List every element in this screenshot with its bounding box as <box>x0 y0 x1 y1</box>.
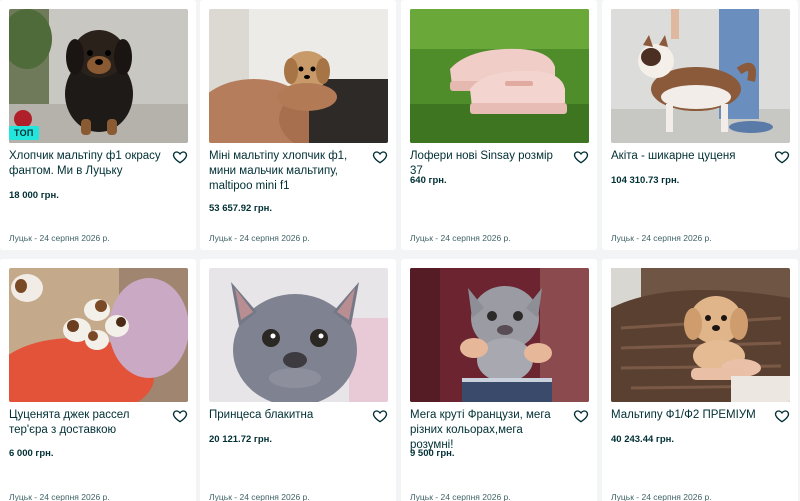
heart-outline-icon[interactable] <box>172 408 188 424</box>
listing-title[interactable]: Хлопчик мальтіпу ф1 окрасу фантом. Ми в … <box>9 149 167 179</box>
listing-location-date: Луцьк - 24 серпня 2026 р. <box>611 233 712 243</box>
listing-card[interactable]: Мальтипу Ф1/Ф2 ПРЕМІУМ 40 243.44 грн. Лу… <box>602 259 798 501</box>
listing-price: 104 310.73 грн. <box>611 175 680 186</box>
heart-outline-icon[interactable] <box>372 408 388 424</box>
listing-location-date: Луцьк - 24 серпня 2026 р. <box>410 233 511 243</box>
listing-location-date: Луцьк - 24 серпня 2026 р. <box>410 492 511 501</box>
listing-photo-akita[interactable] <box>611 9 790 143</box>
listing-card[interactable]: Лофери нові Sinsay розмір 37 640 грн. Лу… <box>401 0 597 250</box>
heart-outline-icon[interactable] <box>774 149 790 165</box>
heart-outline-icon[interactable] <box>774 408 790 424</box>
listing-price: 6 000 грн. <box>9 448 54 459</box>
listing-price: 20 121.72 грн. <box>209 434 273 445</box>
listing-price: 53 657.92 грн. <box>209 203 273 214</box>
listing-photo-loafers[interactable] <box>410 9 589 143</box>
heart-outline-icon[interactable] <box>372 149 388 165</box>
listing-location-date: Луцьк - 24 серпня 2026 р. <box>209 233 310 243</box>
listing-location-date: Луцьк - 24 серпня 2026 р. <box>9 233 110 243</box>
listing-title[interactable]: Мальтипу Ф1/Ф2 ПРЕМІУМ <box>611 408 769 423</box>
listing-grid: ТОП Хлопчик мальтіпу ф1 окрасу фантом. М… <box>0 0 800 501</box>
listing-card[interactable]: Міні мальтіпу хлопчик ф1, мини мальчик м… <box>200 0 396 250</box>
top-badge: ТОП <box>9 126 39 140</box>
listing-card[interactable]: Цуценята джек рассел тер'єра з доставкою… <box>0 259 196 501</box>
listing-photo-blue-bulldog[interactable] <box>209 268 388 402</box>
listing-title[interactable]: Цуценята джек рассел тер'єра з доставкою <box>9 408 167 438</box>
listing-location-date: Луцьк - 24 серпня 2026 р. <box>611 492 712 501</box>
listing-location-date: Луцьк - 24 серпня 2026 р. <box>9 492 110 501</box>
listing-photo-maltipoo-phantom[interactable] <box>9 9 188 143</box>
listing-photo-maltipoo-premium[interactable] <box>611 268 790 402</box>
listing-card[interactable]: Мега круті Французи, мега різних кольора… <box>401 259 597 501</box>
listing-price: 18 000 грн. <box>9 190 59 201</box>
listing-price: 640 грн. <box>410 175 447 186</box>
listing-photo-jack-russell[interactable] <box>9 268 188 402</box>
listing-card[interactable]: ТОП Хлопчик мальтіпу ф1 окрасу фантом. М… <box>0 0 196 250</box>
listing-card[interactable]: Принцеса блакитна 20 121.72 грн. Луцьк -… <box>200 259 396 501</box>
heart-outline-icon[interactable] <box>573 149 589 165</box>
listing-title[interactable]: Мега круті Французи, мега різних кольора… <box>410 408 568 453</box>
listing-title[interactable]: Міні мальтіпу хлопчик ф1, мини мальчик м… <box>209 149 367 194</box>
heart-outline-icon[interactable] <box>172 149 188 165</box>
listing-title[interactable]: Акіта - шикарне цуценя <box>611 149 769 164</box>
listing-location-date: Луцьк - 24 серпня 2026 р. <box>209 492 310 501</box>
listing-price: 9 500 грн. <box>410 448 455 459</box>
listing-title[interactable]: Принцеса блакитна <box>209 408 367 423</box>
listing-photo-mini-maltipoo[interactable] <box>209 9 388 143</box>
heart-outline-icon[interactable] <box>573 408 589 424</box>
listing-card[interactable]: Акіта - шикарне цуценя 104 310.73 грн. Л… <box>602 0 798 250</box>
listing-photo-french-bulldogs[interactable] <box>410 268 589 402</box>
listing-price: 40 243.44 грн. <box>611 434 675 445</box>
